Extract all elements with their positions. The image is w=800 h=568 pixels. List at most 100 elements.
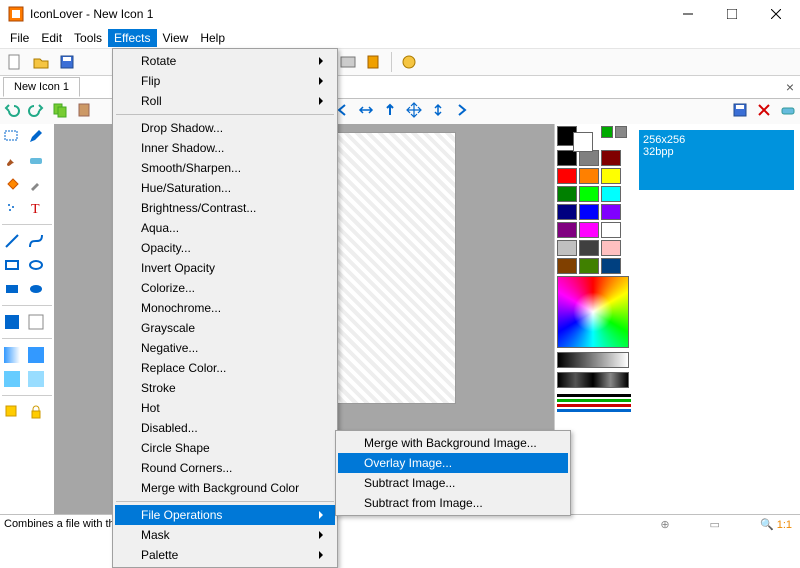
mi-circle[interactable]: Circle Shape: [115, 438, 335, 458]
mi-invert-opacity[interactable]: Invert Opacity: [115, 258, 335, 278]
minimize-button[interactable]: [666, 0, 710, 28]
tb-copy[interactable]: [52, 102, 72, 122]
mi-mask[interactable]: Mask: [115, 525, 335, 545]
color-swatch[interactable]: [557, 186, 577, 202]
mi-smooth[interactable]: Smooth/Sharpen...: [115, 158, 335, 178]
color-swatch[interactable]: [557, 222, 577, 238]
line-tool[interactable]: [2, 231, 22, 251]
mi-rotate[interactable]: Rotate: [115, 51, 335, 71]
tb-undo[interactable]: [4, 102, 24, 122]
tb-redo[interactable]: [28, 102, 48, 122]
ellipse-tool[interactable]: [26, 255, 46, 275]
maximize-button[interactable]: [710, 0, 754, 28]
menu-tools[interactable]: Tools: [68, 29, 108, 47]
mi-negative[interactable]: Negative...: [115, 338, 335, 358]
color-swatch[interactable]: [601, 168, 621, 184]
mi-inner-shadow[interactable]: Inner Shadow...: [115, 138, 335, 158]
arrow-all-icon[interactable]: [406, 102, 426, 122]
mi-flip[interactable]: Flip: [115, 71, 335, 91]
line-weight[interactable]: [557, 409, 631, 412]
mi-opacity[interactable]: Opacity...: [115, 238, 335, 258]
tb-help[interactable]: [398, 51, 420, 73]
picker-tool[interactable]: [26, 174, 46, 194]
rect-tool[interactable]: [2, 255, 22, 275]
tb-eraser[interactable]: [780, 102, 800, 122]
arrow-up-icon[interactable]: [382, 102, 402, 122]
tb-save2[interactable]: [732, 102, 752, 122]
line-weight[interactable]: [557, 399, 631, 402]
mini-swatch[interactable]: [615, 126, 627, 138]
arrow-lr-icon[interactable]: [358, 102, 378, 122]
color-swatch[interactable]: [601, 150, 621, 166]
color-swatch[interactable]: [557, 168, 577, 184]
tb-save[interactable]: [56, 51, 78, 73]
menu-file[interactable]: File: [4, 29, 35, 47]
grad4[interactable]: [26, 369, 46, 389]
menu-edit[interactable]: Edit: [35, 29, 68, 47]
mi-stroke[interactable]: Stroke: [115, 378, 335, 398]
mi-overlay-image[interactable]: Overlay Image...: [338, 453, 568, 473]
color-swatch[interactable]: [557, 258, 577, 274]
fill-tool[interactable]: [2, 174, 22, 194]
mi-subtract-from-image[interactable]: Subtract from Image...: [338, 493, 568, 513]
mi-monochrome[interactable]: Monochrome...: [115, 298, 335, 318]
fillellipse-tool[interactable]: [26, 279, 46, 299]
doc-tab[interactable]: New Icon 1: [3, 77, 80, 97]
tb-new[interactable]: [4, 51, 26, 73]
menu-view[interactable]: View: [157, 29, 195, 47]
mi-palette[interactable]: Palette: [115, 545, 335, 565]
curve-tool[interactable]: [26, 231, 46, 251]
mi-disabled[interactable]: Disabled...: [115, 418, 335, 438]
menu-help[interactable]: Help: [194, 29, 231, 47]
color-swatch[interactable]: [579, 186, 599, 202]
mi-aqua[interactable]: Aqua...: [115, 218, 335, 238]
select-tool[interactable]: [2, 126, 22, 146]
fg-swatch[interactable]: [2, 312, 22, 332]
tb-book[interactable]: [363, 51, 385, 73]
menu-effects[interactable]: Effects: [108, 29, 156, 47]
color-swatch[interactable]: [579, 150, 599, 166]
layer-tool[interactable]: [2, 402, 22, 422]
mi-drop-shadow[interactable]: Drop Shadow...: [115, 118, 335, 138]
color-swatch[interactable]: [557, 240, 577, 256]
color-swatch[interactable]: [557, 150, 577, 166]
grad2[interactable]: [26, 345, 46, 365]
line-weight[interactable]: [557, 404, 631, 407]
zoom-indicator[interactable]: 🔍 1:1: [760, 518, 792, 531]
tb-paste[interactable]: [76, 102, 96, 122]
lock-icon[interactable]: [26, 402, 46, 422]
tb-del2[interactable]: [756, 102, 776, 122]
pattern-ramp[interactable]: [557, 372, 629, 388]
mi-replace-color[interactable]: Replace Color...: [115, 358, 335, 378]
text-tool[interactable]: T: [26, 198, 46, 218]
doc-close-icon[interactable]: ×: [786, 79, 794, 95]
tb-test[interactable]: [337, 51, 359, 73]
brush-tool[interactable]: [2, 150, 22, 170]
mi-hue[interactable]: Hue/Saturation...: [115, 178, 335, 198]
bg-color[interactable]: [573, 132, 593, 152]
mi-hot[interactable]: Hot: [115, 398, 335, 418]
grad1[interactable]: [2, 345, 22, 365]
eraser-tool[interactable]: [26, 150, 46, 170]
mini-swatch[interactable]: [601, 126, 613, 138]
color-swatch[interactable]: [601, 186, 621, 202]
arrow-right-icon[interactable]: [454, 102, 474, 122]
bg-swatch[interactable]: [26, 312, 46, 332]
color-swatch[interactable]: [601, 204, 621, 220]
color-swatch[interactable]: [579, 222, 599, 238]
color-swatch[interactable]: [601, 222, 621, 238]
mi-subtract-image[interactable]: Subtract Image...: [338, 473, 568, 493]
mi-file-operations[interactable]: File Operations: [115, 505, 335, 525]
mi-roll[interactable]: Roll: [115, 91, 335, 111]
color-swatch[interactable]: [579, 258, 599, 274]
grad3[interactable]: [2, 369, 22, 389]
color-swatch[interactable]: [557, 204, 577, 220]
color-swatch[interactable]: [579, 204, 599, 220]
color-picker-gradient[interactable]: [557, 276, 629, 348]
grayscale-ramp[interactable]: [557, 352, 629, 368]
color-swatch[interactable]: [579, 240, 599, 256]
color-swatch[interactable]: [601, 258, 621, 274]
format-thumb[interactable]: 256x256 32bpp: [639, 130, 794, 190]
close-button[interactable]: [754, 0, 798, 28]
color-swatch[interactable]: [579, 168, 599, 184]
